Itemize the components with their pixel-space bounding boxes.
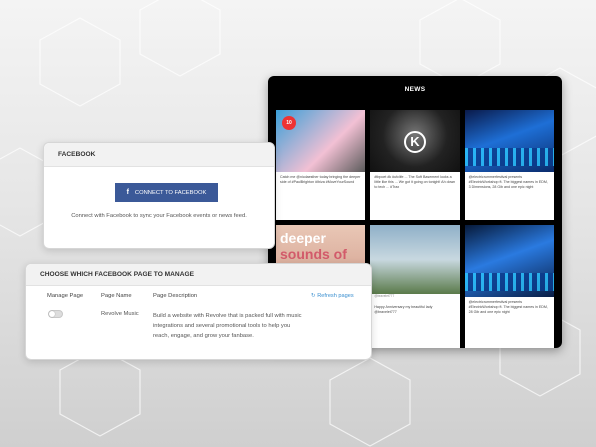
- news-photo: [370, 225, 460, 294]
- stage-lights: [464, 148, 554, 166]
- facebook-card: FACEBOOK f CONNECT TO FACEBOOK Connect w…: [43, 142, 275, 249]
- toggle-knob: [49, 311, 55, 317]
- page-description: Build a website with Revolve that is pac…: [153, 313, 302, 339]
- news-photo: [464, 225, 554, 297]
- news-author: @bravelet777: [374, 293, 395, 298]
- news-photo: [464, 110, 554, 172]
- news-tile[interactable]: 10 Catch me @nicdaesther today bringing …: [276, 110, 366, 220]
- connect-facebook-label: CONNECT TO FACEBOOK: [134, 189, 207, 196]
- news-tile[interactable]: @electricrummerfestival presents #Electr…: [464, 225, 554, 348]
- news-photo: K: [370, 110, 460, 172]
- connect-facebook-button[interactable]: f CONNECT TO FACEBOOK: [115, 183, 218, 202]
- news-photo: 10: [276, 110, 366, 172]
- choose-page-header: CHOOSE WHICH FACEBOOK PAGE TO MANAGE: [26, 264, 371, 286]
- facebook-icon: f: [126, 189, 129, 196]
- news-caption: Catch me @nicdaesther today bringing the…: [280, 175, 361, 184]
- k-logo-icon: K: [403, 131, 426, 154]
- event-badge: 10: [282, 116, 296, 130]
- col-manage-page: Manage Page: [47, 293, 84, 299]
- refresh-pages-link[interactable]: ↻ Refresh pages: [311, 293, 354, 299]
- news-caption: @electricrummerfestival presents #Electr…: [468, 300, 548, 314]
- news-caption: @electricrummerfestival presents #Electr…: [468, 175, 548, 189]
- news-title: NEWS: [404, 86, 426, 93]
- manage-page-toggle[interactable]: [48, 310, 63, 318]
- choose-page-card: CHOOSE WHICH FACEBOOK PAGE TO MANAGE Man…: [25, 263, 372, 360]
- col-page-description: Page Description: [153, 293, 198, 299]
- news-tile[interactable]: K #tbpoet #k #ufclife ... The Soft Basem…: [370, 110, 460, 220]
- poster-subtitle: sounds of: [280, 246, 347, 262]
- poster-title: deeper: [280, 230, 326, 246]
- news-caption: Happy Anniversary my beautiful lady @bra…: [374, 304, 433, 314]
- news-tile[interactable]: @bravelet777 Happy Anniversary my beauti…: [370, 225, 460, 348]
- facebook-header: FACEBOOK: [44, 143, 274, 167]
- refresh-icon: ↻: [311, 293, 316, 299]
- facebook-note: Connect with Facebook to sync your Faceb…: [71, 213, 247, 219]
- stage-lights: [464, 273, 554, 291]
- col-page-name: Page Name: [101, 293, 132, 299]
- news-caption: #tbpoet #k #ufclife ... The Soft Basemen…: [374, 175, 456, 189]
- refresh-pages-label: Refresh pages: [317, 293, 354, 299]
- page-name: Revolve Music: [101, 311, 139, 317]
- news-tile[interactable]: @electricrummerfestival presents #Electr…: [464, 110, 554, 220]
